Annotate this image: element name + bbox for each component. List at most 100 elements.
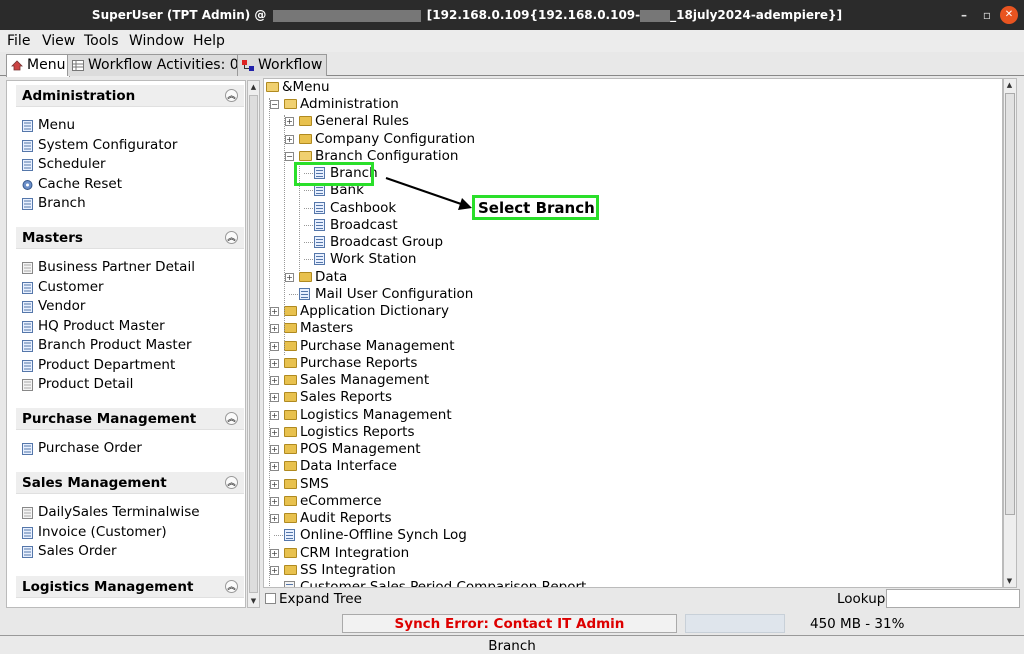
- scroll-down-icon[interactable]: ▼: [249, 595, 258, 607]
- expand-node-icon[interactable]: +: [270, 548, 279, 558]
- tree-folder-item[interactable]: + SMS: [266, 476, 966, 493]
- tab-menu[interactable]: Menu: [6, 54, 71, 77]
- fav-item-branch-product-master[interactable]: Branch Product Master: [16, 337, 244, 357]
- tree-scrollbar[interactable]: ▲ ▼: [1003, 78, 1017, 588]
- fav-item-product-department[interactable]: Product Department: [16, 357, 244, 377]
- window-icon: [22, 340, 33, 352]
- tree-folder-item[interactable]: + Sales Reports: [266, 389, 966, 406]
- expand-node-icon[interactable]: +: [270, 479, 279, 489]
- tree-folder-item[interactable]: + Logistics Management: [266, 407, 966, 424]
- tree-leaf-item[interactable]: Cashbook: [266, 200, 966, 217]
- expand-node-icon[interactable]: +: [270, 496, 279, 506]
- menu-file[interactable]: File: [7, 33, 30, 49]
- fav-item-label: System Configurator: [38, 136, 178, 153]
- scroll-up-icon[interactable]: ▲: [1005, 79, 1014, 91]
- expand-node-icon[interactable]: +: [270, 462, 279, 472]
- tree-folder-item[interactable]: + General Rules: [266, 113, 966, 130]
- tree-folder-item[interactable]: + Purchase Reports: [266, 355, 966, 372]
- expand-node-icon[interactable]: +: [270, 324, 279, 334]
- expand-node-icon[interactable]: +: [270, 427, 279, 437]
- tree-leaf-item[interactable]: Online-Offline Synch Log: [266, 527, 966, 544]
- fav-item-scheduler[interactable]: Scheduler: [16, 156, 244, 176]
- section-header[interactable]: Logistics Management ︽: [16, 576, 244, 598]
- tree-guide-line: [269, 98, 270, 587]
- fav-item-vendor[interactable]: Vendor: [16, 298, 244, 318]
- tab-workflow-activities[interactable]: Workflow Activities: 0: [67, 54, 244, 76]
- sync-error-button[interactable]: Synch Error: Contact IT Admin: [342, 614, 677, 633]
- collapse-icon[interactable]: ︽: [225, 580, 238, 593]
- tree-leaf-item[interactable]: Broadcast: [266, 217, 966, 234]
- fav-item-customer[interactable]: Customer: [16, 279, 244, 299]
- maximize-icon[interactable]: ▫: [978, 6, 996, 24]
- section-header[interactable]: Sales Management ︽: [16, 472, 244, 494]
- fav-item-cache-reset[interactable]: Cache Reset: [16, 176, 244, 196]
- tree-folder-item[interactable]: + SS Integration: [266, 562, 966, 579]
- fav-item-product-detail[interactable]: Product Detail: [16, 376, 244, 396]
- expand-node-icon[interactable]: +: [270, 410, 279, 420]
- menu-tools[interactable]: Tools: [84, 33, 119, 49]
- fav-item-menu[interactable]: Menu: [16, 117, 244, 137]
- tree-leaf-item[interactable]: Mail User Configuration: [266, 286, 966, 303]
- tree-folder-item[interactable]: + Logistics Reports: [266, 424, 966, 441]
- scroll-up-icon[interactable]: ▲: [249, 81, 258, 93]
- fav-item-invoice-customer[interactable]: Invoice (Customer): [16, 524, 244, 544]
- expand-node-icon[interactable]: +: [270, 565, 279, 575]
- tree-folder-item[interactable]: + eCommerce: [266, 493, 966, 510]
- left-scrollbar[interactable]: ▲ ▼: [247, 80, 260, 608]
- section-header[interactable]: Masters ︽: [16, 227, 244, 249]
- menu-window[interactable]: Window: [129, 33, 184, 49]
- menu-view[interactable]: View: [42, 33, 75, 49]
- tree-folder-item[interactable]: + POS Management: [266, 441, 966, 458]
- title-suffix: _18july2024-adempiere}]: [670, 8, 843, 22]
- tree-folder-item[interactable]: + Data Interface: [266, 458, 966, 475]
- collapse-icon[interactable]: ︽: [225, 231, 238, 244]
- fav-item-system-configurator[interactable]: System Configurator: [16, 137, 244, 157]
- expand-node-icon[interactable]: +: [270, 341, 279, 351]
- fav-item-business-partner-detail[interactable]: Business Partner Detail: [16, 259, 244, 279]
- tree-leaf-item[interactable]: Work Station: [266, 251, 966, 268]
- tree-folder-item[interactable]: + Sales Management: [266, 372, 966, 389]
- expand-node-icon[interactable]: +: [285, 117, 294, 127]
- section-header[interactable]: Administration ︽: [16, 85, 244, 107]
- tab-workflow[interactable]: Workflow: [237, 54, 328, 76]
- expand-node-icon[interactable]: +: [270, 358, 279, 368]
- tree-leaf-item[interactable]: Customer Sales Period Comparison Report: [266, 579, 966, 587]
- expand-node-icon[interactable]: +: [270, 393, 279, 403]
- folder-icon: [284, 323, 297, 334]
- lookup-input[interactable]: [886, 589, 1020, 608]
- section-header[interactable]: Purchase Management ︽: [16, 408, 244, 430]
- fav-item-hq-product-master[interactable]: HQ Product Master: [16, 318, 244, 338]
- tree-folder-item[interactable]: + CRM Integration: [266, 545, 966, 562]
- tree-folder-item[interactable]: − Administration: [266, 96, 966, 113]
- expand-tree-checkbox[interactable]: [265, 593, 276, 604]
- collapse-icon[interactable]: ︽: [225, 476, 238, 489]
- collapse-node-icon[interactable]: −: [270, 100, 279, 109]
- collapse-icon[interactable]: ︽: [225, 89, 238, 102]
- fav-item-dailysales-terminalwise[interactable]: DailySales Terminalwise: [16, 504, 244, 524]
- scroll-down-icon[interactable]: ▼: [1005, 575, 1014, 587]
- tree-folder-item[interactable]: + Data: [266, 269, 966, 286]
- expand-node-icon[interactable]: +: [270, 445, 279, 454]
- expand-node-icon[interactable]: +: [285, 272, 294, 282]
- tree-leaf-item[interactable]: Broadcast Group: [266, 234, 966, 251]
- tree-folder-item[interactable]: + Audit Reports: [266, 510, 966, 527]
- fav-item-branch[interactable]: Branch: [16, 195, 244, 215]
- collapse-icon[interactable]: ︽: [225, 412, 238, 425]
- tree-folder-item[interactable]: + Purchase Management: [266, 338, 966, 355]
- fav-item-purchase-order[interactable]: Purchase Order: [16, 440, 244, 460]
- tree-folder-item[interactable]: + Masters: [266, 320, 966, 337]
- collapse-node-icon[interactable]: −: [285, 151, 294, 161]
- menu-help[interactable]: Help: [193, 33, 225, 49]
- scroll-thumb[interactable]: [249, 95, 258, 593]
- scroll-thumb[interactable]: [1005, 93, 1015, 515]
- minimize-icon[interactable]: –: [955, 6, 973, 24]
- expand-node-icon[interactable]: +: [285, 134, 294, 144]
- tree-folder-item[interactable]: + Application Dictionary: [266, 303, 966, 320]
- close-icon[interactable]: ✕: [1000, 6, 1018, 24]
- tree-folder-item[interactable]: + Company Configuration: [266, 131, 966, 148]
- fav-item-label: Sales Order: [38, 543, 117, 559]
- expand-node-icon[interactable]: +: [270, 514, 279, 523]
- expand-node-icon[interactable]: +: [270, 307, 279, 316]
- expand-node-icon[interactable]: +: [270, 376, 279, 385]
- fav-item-sales-order[interactable]: Sales Order: [16, 543, 244, 563]
